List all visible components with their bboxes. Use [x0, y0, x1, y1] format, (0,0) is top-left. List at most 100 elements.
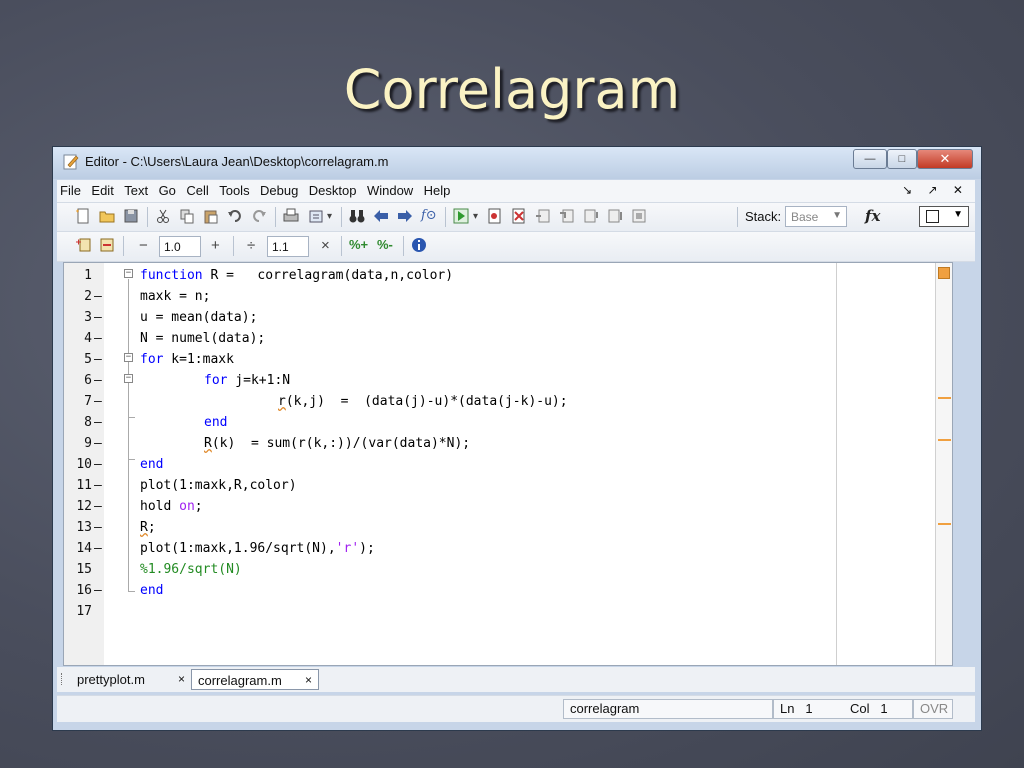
close-tab-icon[interactable]: ×: [305, 670, 312, 691]
multiply-button[interactable]: ×: [321, 237, 330, 254]
maximize-button[interactable]: □: [887, 149, 917, 169]
main-toolbar: ▾ f⊙ ▾ Stack: Base ▼ fx ▼: [57, 203, 975, 232]
code-line: 8– end: [84, 415, 228, 430]
warning-marker[interactable]: [938, 397, 951, 399]
run-dropdown-icon[interactable]: ▾: [473, 211, 478, 222]
dock-controls[interactable]: ↘ ↗ ✕: [902, 183, 969, 197]
cell-toolbar: − 1.0 + ÷ 1.1 × %+ %-: [57, 232, 975, 262]
scale-value-input[interactable]: 1.1: [267, 236, 309, 257]
increment-value-input[interactable]: 1.0: [159, 236, 201, 257]
insert-cell-divider-icon[interactable]: [75, 237, 91, 253]
chevron-down-icon: ▼: [953, 209, 963, 220]
decrement-button[interactable]: −: [139, 237, 148, 254]
warning-underline: R: [204, 436, 212, 451]
menu-window[interactable]: Window: [364, 180, 416, 198]
code-line: 15 %1.96/sqrt(N): [76, 562, 242, 577]
menu-text[interactable]: Text: [121, 180, 151, 198]
tab-prettyplot[interactable]: prettyplot.m ×: [71, 669, 191, 690]
close-tab-icon[interactable]: ×: [178, 669, 185, 690]
code-line: 3– u = mean(data);: [84, 310, 258, 325]
divide-button[interactable]: ÷: [247, 237, 255, 254]
tab-correlagram[interactable]: correlagram.m ×: [191, 669, 319, 690]
code-line: 1 − function R = correlagram(data,n,colo…: [84, 268, 454, 283]
code-line: 2– maxk = n;: [84, 289, 211, 304]
stack-value: Base: [791, 210, 819, 224]
new-file-icon[interactable]: [75, 208, 91, 224]
increment-button[interactable]: +: [211, 237, 220, 254]
copy-icon[interactable]: [179, 208, 195, 224]
menu-go[interactable]: Go: [156, 180, 179, 198]
menu-edit[interactable]: Edit: [88, 180, 116, 198]
drag-grip-icon[interactable]: [61, 673, 65, 685]
step-out-icon[interactable]: [583, 208, 599, 224]
undo-icon[interactable]: [227, 208, 243, 224]
menu-help[interactable]: Help: [421, 180, 454, 198]
exit-debug-icon[interactable]: [631, 208, 647, 224]
run-icon[interactable]: [453, 208, 469, 224]
code-line: 13– R;: [76, 520, 156, 535]
code-line: 4– N = numel(data);: [84, 331, 266, 346]
status-bar: correlagram Ln 1 Col 1 OVR: [57, 695, 975, 722]
code-line: 5– − for k=1:maxk: [84, 352, 234, 367]
publish-icon[interactable]: [309, 208, 325, 224]
comment-percent-icon[interactable]: %+: [349, 237, 368, 252]
print-icon[interactable]: [283, 208, 299, 224]
editor-doc-icon: [63, 154, 79, 170]
file-tabs: prettyplot.m × correlagram.m ×: [57, 667, 975, 692]
find-binoculars-icon[interactable]: [349, 208, 365, 224]
cell-eval-icon[interactable]: [99, 237, 115, 253]
code-line: 11– plot(1:maxk,R,color): [76, 478, 297, 493]
uncomment-percent-icon[interactable]: %-: [377, 237, 393, 252]
warning-underline: r: [278, 394, 286, 409]
fold-toggle-icon[interactable]: −: [124, 374, 133, 383]
fold-toggle-icon[interactable]: −: [124, 353, 133, 362]
slide-title: Correlagram: [343, 58, 681, 121]
warning-marker[interactable]: [938, 523, 951, 525]
function-browser-icon[interactable]: f⊙: [421, 208, 437, 223]
redo-icon[interactable]: [251, 208, 267, 224]
window-layout-icon: [926, 210, 939, 223]
menu-desktop[interactable]: Desktop: [306, 180, 360, 198]
overwrite-indicator: OVR: [913, 699, 953, 719]
publish-dropdown-icon[interactable]: ▾: [327, 211, 332, 222]
step-icon[interactable]: [535, 208, 551, 224]
fold-toggle-icon[interactable]: −: [124, 269, 133, 278]
window-title: Editor - C:\Users\Laura Jean\Desktop\cor…: [85, 154, 389, 169]
warning-marker[interactable]: [938, 439, 951, 441]
save-icon[interactable]: [123, 208, 139, 224]
title-bar[interactable]: Editor - C:\Users\Laura Jean\Desktop\cor…: [53, 147, 981, 179]
stack-select[interactable]: Base ▼: [785, 206, 847, 227]
paste-icon[interactable]: [203, 208, 219, 224]
menu-file[interactable]: File: [57, 180, 84, 198]
continue-icon[interactable]: [607, 208, 623, 224]
close-button[interactable]: ✕: [917, 149, 973, 169]
cursor-position: Ln 1 Col 1: [773, 699, 913, 719]
warning-status-icon[interactable]: [938, 267, 950, 279]
menu-debug[interactable]: Debug: [257, 180, 301, 198]
vertical-scrollbar[interactable]: [935, 263, 952, 665]
code-line: 6– − for j=k+1:N: [84, 373, 291, 388]
code-line: 10– end: [76, 457, 164, 472]
menu-cell[interactable]: Cell: [183, 180, 211, 198]
code-line: 7– r(k,j) = (data(j)-u)*(data(j-k)-u);: [84, 394, 568, 409]
code-editor[interactable]: 1 − function R = correlagram(data,n,colo…: [63, 262, 953, 666]
code-line: 16– end: [76, 583, 164, 598]
menu-tools[interactable]: Tools: [216, 180, 252, 198]
info-icon[interactable]: [411, 237, 427, 253]
clear-breakpoints-icon[interactable]: [511, 208, 527, 224]
current-function: correlagram: [563, 699, 773, 719]
back-arrow-icon[interactable]: [373, 208, 389, 224]
step-in-icon[interactable]: [559, 208, 575, 224]
open-folder-icon[interactable]: [99, 208, 115, 224]
warning-underline: R: [140, 520, 148, 535]
dock-layout-button[interactable]: ▼: [919, 206, 969, 227]
code-line: 14– plot(1:maxk,1.96/sqrt(N),'r');: [76, 541, 375, 556]
forward-arrow-icon[interactable]: [397, 208, 413, 224]
code-line: 17: [76, 604, 92, 619]
minimize-button[interactable]: —: [853, 149, 887, 169]
cut-icon[interactable]: [155, 208, 171, 224]
set-breakpoint-icon[interactable]: [487, 208, 503, 224]
stack-label: Stack:: [745, 209, 782, 224]
code-line: 9– R(k) = sum(r(k,:))/(var(data)*N);: [84, 436, 471, 451]
fx-button[interactable]: fx: [865, 207, 880, 225]
